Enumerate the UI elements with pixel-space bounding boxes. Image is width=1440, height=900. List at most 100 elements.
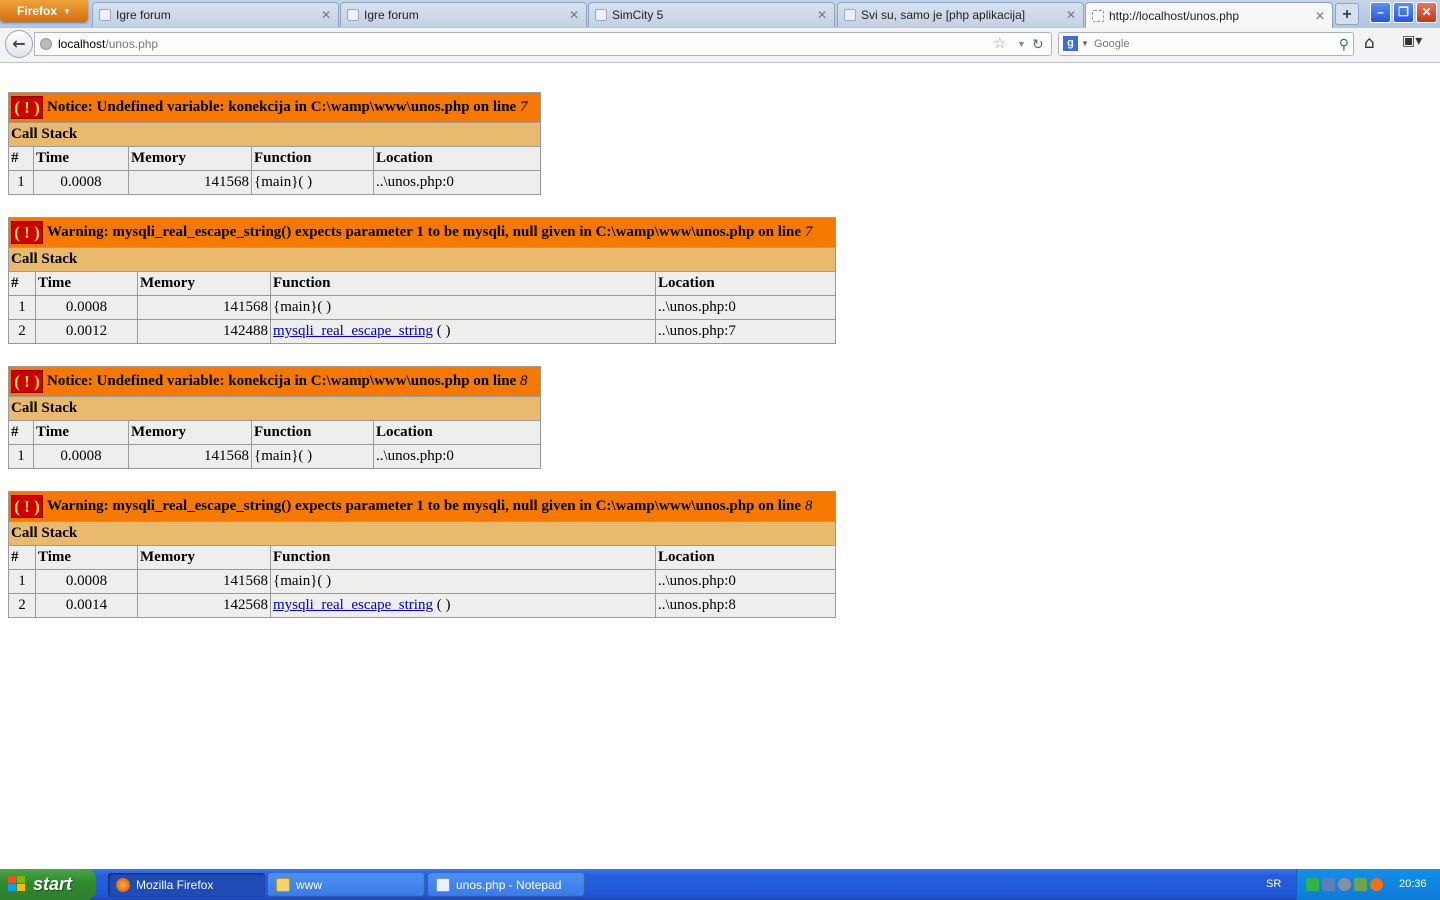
col-location: Location — [655, 271, 836, 296]
home-icon[interactable]: ⌂ — [1364, 33, 1375, 53]
function-doc-link[interactable]: mysqli_real_escape_string — [273, 323, 433, 339]
firefox-menu-button[interactable]: Firefox ▼ — [0, 0, 88, 22]
history-dropdown-icon[interactable]: ▼ — [1017, 33, 1026, 55]
search-icon[interactable]: ⚲ — [1339, 33, 1349, 55]
browser-chrome: Firefox ▼ Igre forum ✕ Igre forum ✕ SimC… — [0, 0, 1440, 63]
cell-location: ..\unos.php:0 — [655, 569, 836, 594]
site-identity-icon[interactable] — [40, 38, 52, 50]
cell-number: 1 — [8, 170, 34, 195]
col-memory: Memory — [137, 271, 271, 296]
cell-location: ..\unos.php:8 — [655, 593, 836, 618]
error-icon: ( ! ) — [11, 96, 43, 119]
col-memory: Memory — [128, 146, 252, 171]
network-icon[interactable] — [1322, 878, 1335, 891]
tab-strip: Firefox ▼ Igre forum ✕ Igre forum ✕ SimC… — [0, 0, 1440, 29]
update-icon[interactable] — [1354, 878, 1367, 891]
restore-button[interactable]: ❐ — [1393, 2, 1414, 23]
error-message: Notice: Undefined variable: konekcija in… — [47, 372, 517, 389]
cell-memory: 141568 — [128, 170, 252, 195]
wamp-server-icon[interactable] — [1306, 878, 1319, 891]
xdebug-error-table: ( ! ) Warning: mysqli_real_escape_string(… — [8, 217, 836, 344]
folder-icon — [276, 878, 290, 892]
cell-location: ..\unos.php:0 — [373, 170, 541, 195]
col-number: # — [8, 420, 34, 445]
tab-close-icon[interactable]: ✕ — [320, 8, 332, 22]
taskbar-button-label: unos.php - Notepad — [456, 878, 562, 892]
error-icon: ( ! ) — [11, 221, 43, 244]
function-doc-link[interactable]: mysqli_real_escape_string — [273, 597, 433, 613]
url-text[interactable]: localhost/unos.php — [58, 33, 158, 55]
search-bar[interactable]: g ▼ Google ⚲ — [1058, 32, 1354, 56]
error-message: Warning: mysqli_real_escape_string() exp… — [47, 497, 802, 514]
function-suffix: ( ) — [432, 597, 451, 613]
taskbar-button-label: www — [296, 878, 322, 892]
google-search-engine-icon[interactable]: g — [1063, 36, 1078, 51]
table-row: 1 0.0008 141568 {main}( ) ..\unos.php:0 — [8, 170, 541, 195]
navigation-toolbar: ← localhost/unos.php ☆ ▼ ↻ g ▼ Google ⚲ … — [0, 28, 1440, 63]
call-stack-header: Call Stack — [8, 396, 541, 421]
minimize-button[interactable]: – — [1370, 2, 1391, 23]
tab-igre-forum-2[interactable]: Igre forum ✕ — [340, 2, 587, 27]
function-suffix: ( ) — [432, 323, 451, 339]
tab-title: Igre forum — [364, 8, 419, 22]
error-message: Notice: Undefined variable: konekcija in… — [47, 98, 517, 115]
start-label: start — [33, 874, 73, 894]
site-favicon-icon — [844, 9, 856, 21]
table-row: 2 0.0012 142488 mysqli_real_escape_strin… — [8, 319, 836, 344]
chevron-down-icon[interactable]: ▼ — [1081, 33, 1089, 55]
error-icon: ( ! ) — [11, 495, 43, 518]
cell-memory: 141568 — [128, 444, 252, 469]
cell-time: 0.0008 — [33, 170, 129, 195]
tab-localhost-unos[interactable]: http://localhost/unos.php ✕ — [1085, 2, 1333, 29]
chevron-down-icon: ▼ — [63, 6, 71, 16]
tab-simcity[interactable]: SimCity 5 ✕ — [588, 2, 835, 27]
cell-memory: 141568 — [137, 569, 271, 594]
language-indicator[interactable]: SR — [1266, 869, 1281, 900]
cell-number: 1 — [8, 444, 34, 469]
sound-icon[interactable] — [1338, 878, 1351, 891]
start-button[interactable]: start — [0, 869, 96, 900]
firefox-icon — [116, 878, 130, 892]
antivirus-icon[interactable] — [1370, 878, 1383, 891]
cell-number: 1 — [8, 295, 36, 320]
page-content: ( ! ) Notice: Undefined variable: konekci… — [0, 63, 1440, 869]
col-function: Function — [270, 545, 656, 570]
tab-igre-forum-1[interactable]: Igre forum ✕ — [92, 2, 339, 27]
blank-page-icon — [1092, 10, 1104, 22]
bookmark-star-icon[interactable]: ☆ — [993, 33, 1006, 55]
close-window-button[interactable]: ✕ — [1416, 2, 1437, 23]
tab-close-icon[interactable]: ✕ — [568, 8, 580, 22]
tab-php-aplikacija[interactable]: Svi su, samo je [php aplikacija] ✕ — [837, 2, 1084, 27]
col-location: Location — [373, 146, 541, 171]
call-stack-header: Call Stack — [8, 247, 836, 272]
tab-close-icon[interactable]: ✕ — [1314, 9, 1326, 23]
call-stack-header: Call Stack — [8, 521, 836, 546]
cell-location: ..\unos.php:0 — [373, 444, 541, 469]
col-time: Time — [33, 420, 129, 445]
cell-location: ..\unos.php:7 — [655, 319, 836, 344]
back-arrow-icon: ← — [12, 34, 26, 53]
tab-title: Svi su, samo je [php aplikacija] — [861, 8, 1026, 22]
tab-title: http://localhost/unos.php — [1109, 9, 1240, 23]
col-number: # — [8, 271, 36, 296]
error-header: ( ! ) Warning: mysqli_real_escape_string(… — [8, 217, 836, 248]
search-placeholder[interactable]: Google — [1094, 33, 1129, 55]
back-button[interactable]: ← — [5, 30, 33, 58]
col-number: # — [8, 146, 34, 171]
cell-location: ..\unos.php:0 — [655, 295, 836, 320]
tab-close-icon[interactable]: ✕ — [816, 8, 828, 22]
new-tab-button[interactable]: + — [1335, 3, 1359, 25]
address-bar[interactable]: localhost/unos.php ☆ ▼ ↻ — [34, 32, 1052, 56]
taskbar-button-www[interactable]: www — [268, 873, 425, 897]
reload-icon[interactable]: ↻ — [1032, 33, 1044, 55]
site-favicon-icon — [595, 9, 607, 21]
clock[interactable]: 20:36 — [1399, 869, 1427, 900]
taskbar-button-notepad[interactable]: unos.php - Notepad — [428, 873, 585, 897]
error-header: ( ! ) Warning: mysqli_real_escape_string(… — [8, 491, 836, 522]
col-number: # — [8, 545, 36, 570]
bookmarks-menu-icon[interactable]: ▣▾ — [1402, 33, 1422, 49]
taskbar-button-firefox[interactable]: Mozilla Firefox — [108, 873, 265, 897]
tab-close-icon[interactable]: ✕ — [1065, 8, 1077, 22]
error-message: Warning: mysqli_real_escape_string() exp… — [47, 223, 802, 240]
error-line: 7 — [519, 98, 528, 115]
